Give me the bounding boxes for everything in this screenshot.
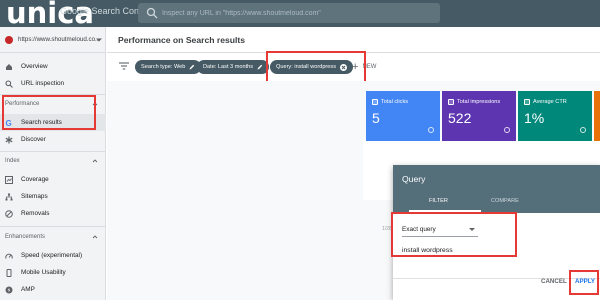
asterisk-icon [5,136,13,144]
coverage-icon [5,175,13,184]
sidebar-item-amp[interactable]: AMP [0,281,106,298]
metric-card-position-edge[interactable] [594,91,600,141]
checkbox-icon [372,99,378,105]
metric-card-clicks[interactable]: Total clicks 5 [366,91,440,141]
highlight-box [391,212,517,257]
help-icon[interactable] [504,127,510,133]
section-title: Index [5,158,20,164]
sidebar-item-label: AMP [21,286,35,293]
sidebar-item-label: Overview [21,63,48,70]
sidebar-item-label: Removals [21,210,50,217]
sidebar-item-mobile-usability[interactable]: Mobile Usability [0,264,106,281]
page-title: Performance on Search results [118,35,246,45]
property-url: https://www.shoutmeloud.co... [18,36,101,43]
sidebar-item-label: Sitemaps [21,193,48,200]
section-enhancements[interactable]: Enhancements [0,231,106,243]
sidebar-item-overview[interactable]: Overview [0,58,106,75]
pencil-icon[interactable] [189,64,195,70]
highlight-box [266,51,366,83]
chevron-up-icon [92,235,98,239]
speed-icon [5,252,13,260]
sidebar-item-coverage[interactable]: Coverage [0,171,106,188]
filter-chip-search-type[interactable]: Search type: Web [135,60,202,74]
sidebar-item-label: URL inspection [21,80,65,87]
sidebar-item-url-inspection[interactable]: URL inspection [0,75,106,92]
removals-icon [5,209,13,218]
metric-card-ctr[interactable]: Average CTR 1% [518,91,592,141]
chip-label: Date: Last 3 months [203,64,254,70]
sidebar-item-discover[interactable]: Discover [0,131,106,148]
metric-value: 1% [524,110,545,126]
help-icon[interactable] [428,127,434,133]
sidebar-item-label: Discover [21,136,46,143]
metric-value: 5 [372,110,380,126]
help-icon[interactable] [580,127,586,133]
section-title: Enhancements [5,234,46,240]
cancel-button[interactable]: CANCEL [541,278,567,285]
search-icon [5,79,13,88]
tab-compare[interactable]: COMPARE [491,198,519,204]
sidebar-item-removals[interactable]: Removals [0,205,106,222]
highlight-box [2,95,96,130]
metric-label: Total clicks [381,99,409,105]
top-bar: unica Google Search Console [0,0,600,28]
dialog-header: Query FILTER COMPARE [393,165,600,213]
sidebar-item-label: Mobile Usability [21,269,66,276]
pencil-icon[interactable] [257,64,263,70]
dropdown-arrow-icon [96,38,102,42]
divider [0,151,106,152]
filter-icon[interactable] [119,62,129,70]
metric-value: 522 [448,110,472,126]
sidebar-item-label: Coverage [21,176,49,183]
checkbox-icon [448,99,454,105]
chevron-up-icon [92,159,98,163]
main-header: Performance on Search results [107,27,600,53]
chip-label: Search type: Web [141,64,186,70]
url-inspect-search[interactable] [138,3,440,23]
metric-label: Average CTR [533,99,567,105]
sidebar: https://www.shoutmeloud.co... Overview U… [0,27,106,300]
metric-label: Total impressions [457,99,501,105]
search-icon [146,7,158,19]
sidebar-item-speed[interactable]: Speed (experimental) [0,247,106,264]
divider [0,226,106,227]
sidebar-item-sitemaps[interactable]: Sitemaps [0,188,106,205]
checkbox-icon [524,99,530,105]
home-icon [5,63,13,71]
property-favicon-icon [5,35,13,44]
section-index[interactable]: Index [0,155,106,167]
phone-icon [5,268,13,277]
property-selector[interactable]: https://www.shoutmeloud.co... [0,27,106,53]
highlight-box [569,270,599,295]
tab-filter[interactable]: FILTER [429,198,448,204]
filter-chip-date[interactable]: Date: Last 3 months [197,60,270,74]
bolt-icon [5,286,13,294]
url-inspect-input[interactable] [162,6,432,20]
dialog-title: Query [402,174,426,184]
sitemap-icon [5,193,13,201]
sidebar-item-label: Speed (experimental) [21,252,83,259]
metric-card-impressions[interactable]: Total impressions 522 [442,91,516,141]
